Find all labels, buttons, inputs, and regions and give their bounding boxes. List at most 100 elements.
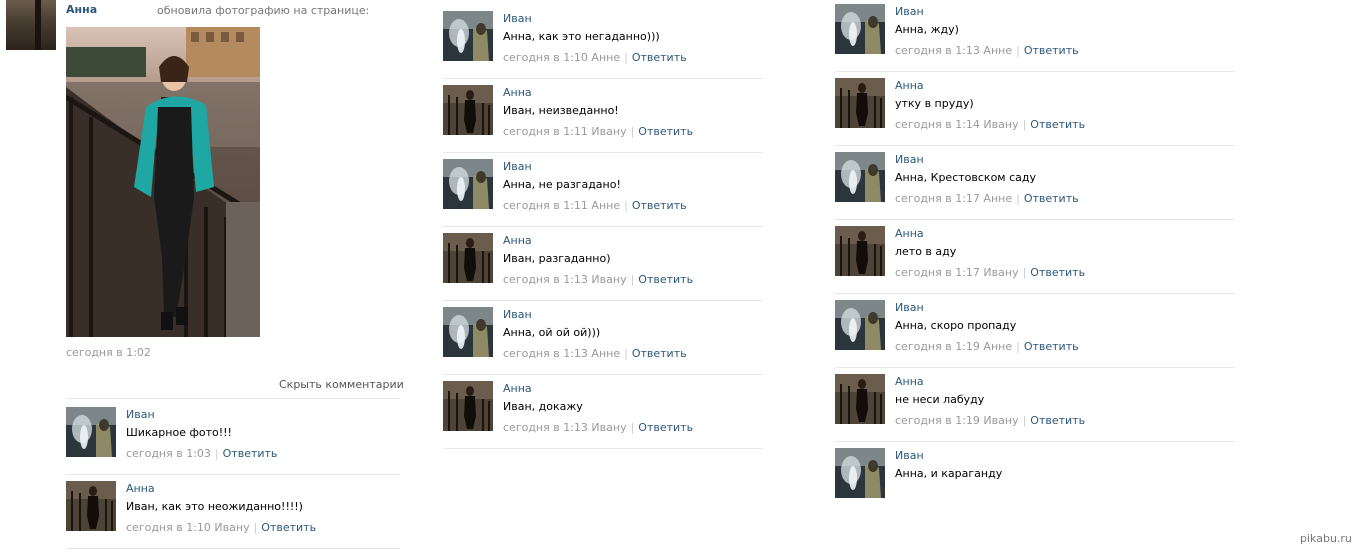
comments-top-divider xyxy=(66,398,400,399)
comment: Иван Анна, и караганду xyxy=(835,448,1235,522)
comment-meta: сегодня в 1:11 Анне | Ответить xyxy=(503,199,687,212)
comment: Иван Анна, не разгадано! сегодня в 1:11 Ан… xyxy=(443,159,763,233)
comment-meta: сегодня в 1:13 Ивану | Ответить xyxy=(503,273,694,286)
comment-reply-to[interactable]: Анне xyxy=(591,347,620,360)
comment-reply-to[interactable]: Ивану xyxy=(591,421,626,434)
comment-author[interactable]: Анна xyxy=(895,79,924,92)
comment-meta: сегодня в 1:13 Анне | Ответить xyxy=(895,44,1079,57)
comment-author[interactable]: Иван xyxy=(503,12,532,25)
comment-text: Шикарное фото!!! xyxy=(126,426,232,439)
anna-avatar[interactable] xyxy=(443,85,493,135)
comment: Анна Иван, неизведанно! сегодня в 1:11 Ива… xyxy=(443,85,763,159)
comment-meta: сегодня в 1:10 Анне | Ответить xyxy=(503,51,687,64)
comment-time: сегодня в 1:19 xyxy=(895,340,980,353)
comment-author[interactable]: Анна xyxy=(895,227,924,240)
comment-text: Иван, неизведанно! xyxy=(503,104,619,117)
post-author-avatar[interactable] xyxy=(6,0,56,50)
reply-link[interactable]: Ответить xyxy=(632,347,687,360)
comment: Иван Анна, жду) сегодня в 1:13 Анне | Ответи… xyxy=(835,4,1235,78)
anna-avatar[interactable] xyxy=(66,481,116,531)
anna-avatar[interactable] xyxy=(835,374,885,424)
comment-author[interactable]: Анна xyxy=(503,382,532,395)
comment-author[interactable]: Иван xyxy=(895,449,924,462)
ivan-avatar[interactable] xyxy=(443,159,493,209)
comment-time: сегодня в 1:14 xyxy=(895,118,980,131)
anna-avatar[interactable] xyxy=(443,381,493,431)
comment-time: сегодня в 1:17 xyxy=(895,192,980,205)
watermark: pikabu.ru xyxy=(1300,532,1352,545)
comment-reply-to[interactable]: Ивану xyxy=(214,521,249,534)
comment: Анна Иван, разгаданно) сегодня в 1:13 Иван… xyxy=(443,233,763,307)
comment-divider xyxy=(443,152,763,153)
reply-link[interactable]: Ответить xyxy=(1030,266,1085,279)
reply-link[interactable]: Ответить xyxy=(1024,340,1079,353)
comment-time: сегодня в 1:03 xyxy=(126,447,211,460)
ivan-avatar[interactable] xyxy=(835,300,885,350)
comment-reply-to[interactable]: Анне xyxy=(591,51,620,64)
reply-link[interactable]: Ответить xyxy=(638,125,693,138)
ivan-avatar[interactable] xyxy=(443,307,493,357)
comment-time: сегодня в 1:11 xyxy=(503,199,588,212)
comment: Иван Шикарное фото!!! сегодня в 1:03 | Ответ… xyxy=(66,407,400,481)
reply-link[interactable]: Ответить xyxy=(223,447,278,460)
ivan-avatar[interactable] xyxy=(835,4,885,54)
comment-reply-to[interactable]: Ивану xyxy=(983,118,1018,131)
post-author-name[interactable]: Анна xyxy=(66,3,97,16)
comment-reply-to[interactable]: Анне xyxy=(983,192,1012,205)
comment-reply-to[interactable]: Анне xyxy=(983,340,1012,353)
comment-reply-to[interactable]: Ивану xyxy=(983,266,1018,279)
comment-text: Иван, разгаданно) xyxy=(503,252,611,265)
comment-time: сегодня в 1:11 xyxy=(503,125,588,138)
comment-text: утку в пруду) xyxy=(895,97,974,110)
comment-divider xyxy=(443,374,763,375)
hide-comments-link[interactable]: Скрыть комментарии xyxy=(279,378,404,391)
anna-avatar[interactable] xyxy=(835,78,885,128)
anna-avatar[interactable] xyxy=(835,226,885,276)
post-photo[interactable] xyxy=(66,27,260,337)
comment-author[interactable]: Анна xyxy=(503,86,532,99)
ivan-avatar[interactable] xyxy=(835,448,885,498)
comment-author[interactable]: Иван xyxy=(895,5,924,18)
comment-reply-to[interactable]: Ивану xyxy=(983,414,1018,427)
comment-divider xyxy=(835,71,1235,72)
ivan-avatar[interactable] xyxy=(66,407,116,457)
comment-time: сегодня в 1:10 xyxy=(126,521,211,534)
comment-author[interactable]: Иван xyxy=(895,301,924,314)
ivan-avatar[interactable] xyxy=(443,11,493,61)
comment: Иван Анна, ой ой ой))) сегодня в 1:13 Анне… xyxy=(443,307,763,381)
comment: Анна Иван, как это неожиданно!!!!) сегодня… xyxy=(66,481,400,555)
reply-link[interactable]: Ответить xyxy=(261,521,316,534)
reply-link[interactable]: Ответить xyxy=(1024,192,1079,205)
anna-avatar[interactable] xyxy=(443,233,493,283)
reply-link[interactable]: Ответить xyxy=(1030,118,1085,131)
comment-author[interactable]: Иван xyxy=(895,153,924,166)
comment-author[interactable]: Анна xyxy=(503,234,532,247)
comment-meta: сегодня в 1:11 Ивану | Ответить xyxy=(503,125,694,138)
comment-reply-to[interactable]: Ивану xyxy=(591,125,626,138)
comment-reply-to[interactable]: Анне xyxy=(983,44,1012,57)
comment-meta: сегодня в 1:19 Анне | Ответить xyxy=(895,340,1079,353)
comment: Иван Анна, Крестовском саду сегодня в 1:17… xyxy=(835,152,1235,226)
comment-divider xyxy=(443,78,763,79)
reply-link[interactable]: Ответить xyxy=(638,273,693,286)
reply-link[interactable]: Ответить xyxy=(632,51,687,64)
comment-text: Анна, ой ой ой))) xyxy=(503,326,601,339)
comment-author[interactable]: Анна xyxy=(126,482,155,495)
comment-divider xyxy=(835,145,1235,146)
comment-divider xyxy=(443,448,763,449)
reply-link[interactable]: Ответить xyxy=(638,421,693,434)
comment-reply-to[interactable]: Ивану xyxy=(591,273,626,286)
comment-author[interactable]: Анна xyxy=(895,375,924,388)
comment-time: сегодня в 1:13 xyxy=(503,421,588,434)
comment-author[interactable]: Иван xyxy=(503,308,532,321)
comment-text: Анна, и караганду xyxy=(895,467,1003,480)
ivan-avatar[interactable] xyxy=(835,152,885,202)
comment-author[interactable]: Иван xyxy=(126,408,155,421)
comment-meta: сегодня в 1:10 Ивану | Ответить xyxy=(126,521,317,534)
reply-link[interactable]: Ответить xyxy=(1024,44,1079,57)
comment-author[interactable]: Иван xyxy=(503,160,532,173)
comment-reply-to[interactable]: Анне xyxy=(591,199,620,212)
reply-link[interactable]: Ответить xyxy=(632,199,687,212)
reply-link[interactable]: Ответить xyxy=(1030,414,1085,427)
comment-divider xyxy=(443,226,763,227)
